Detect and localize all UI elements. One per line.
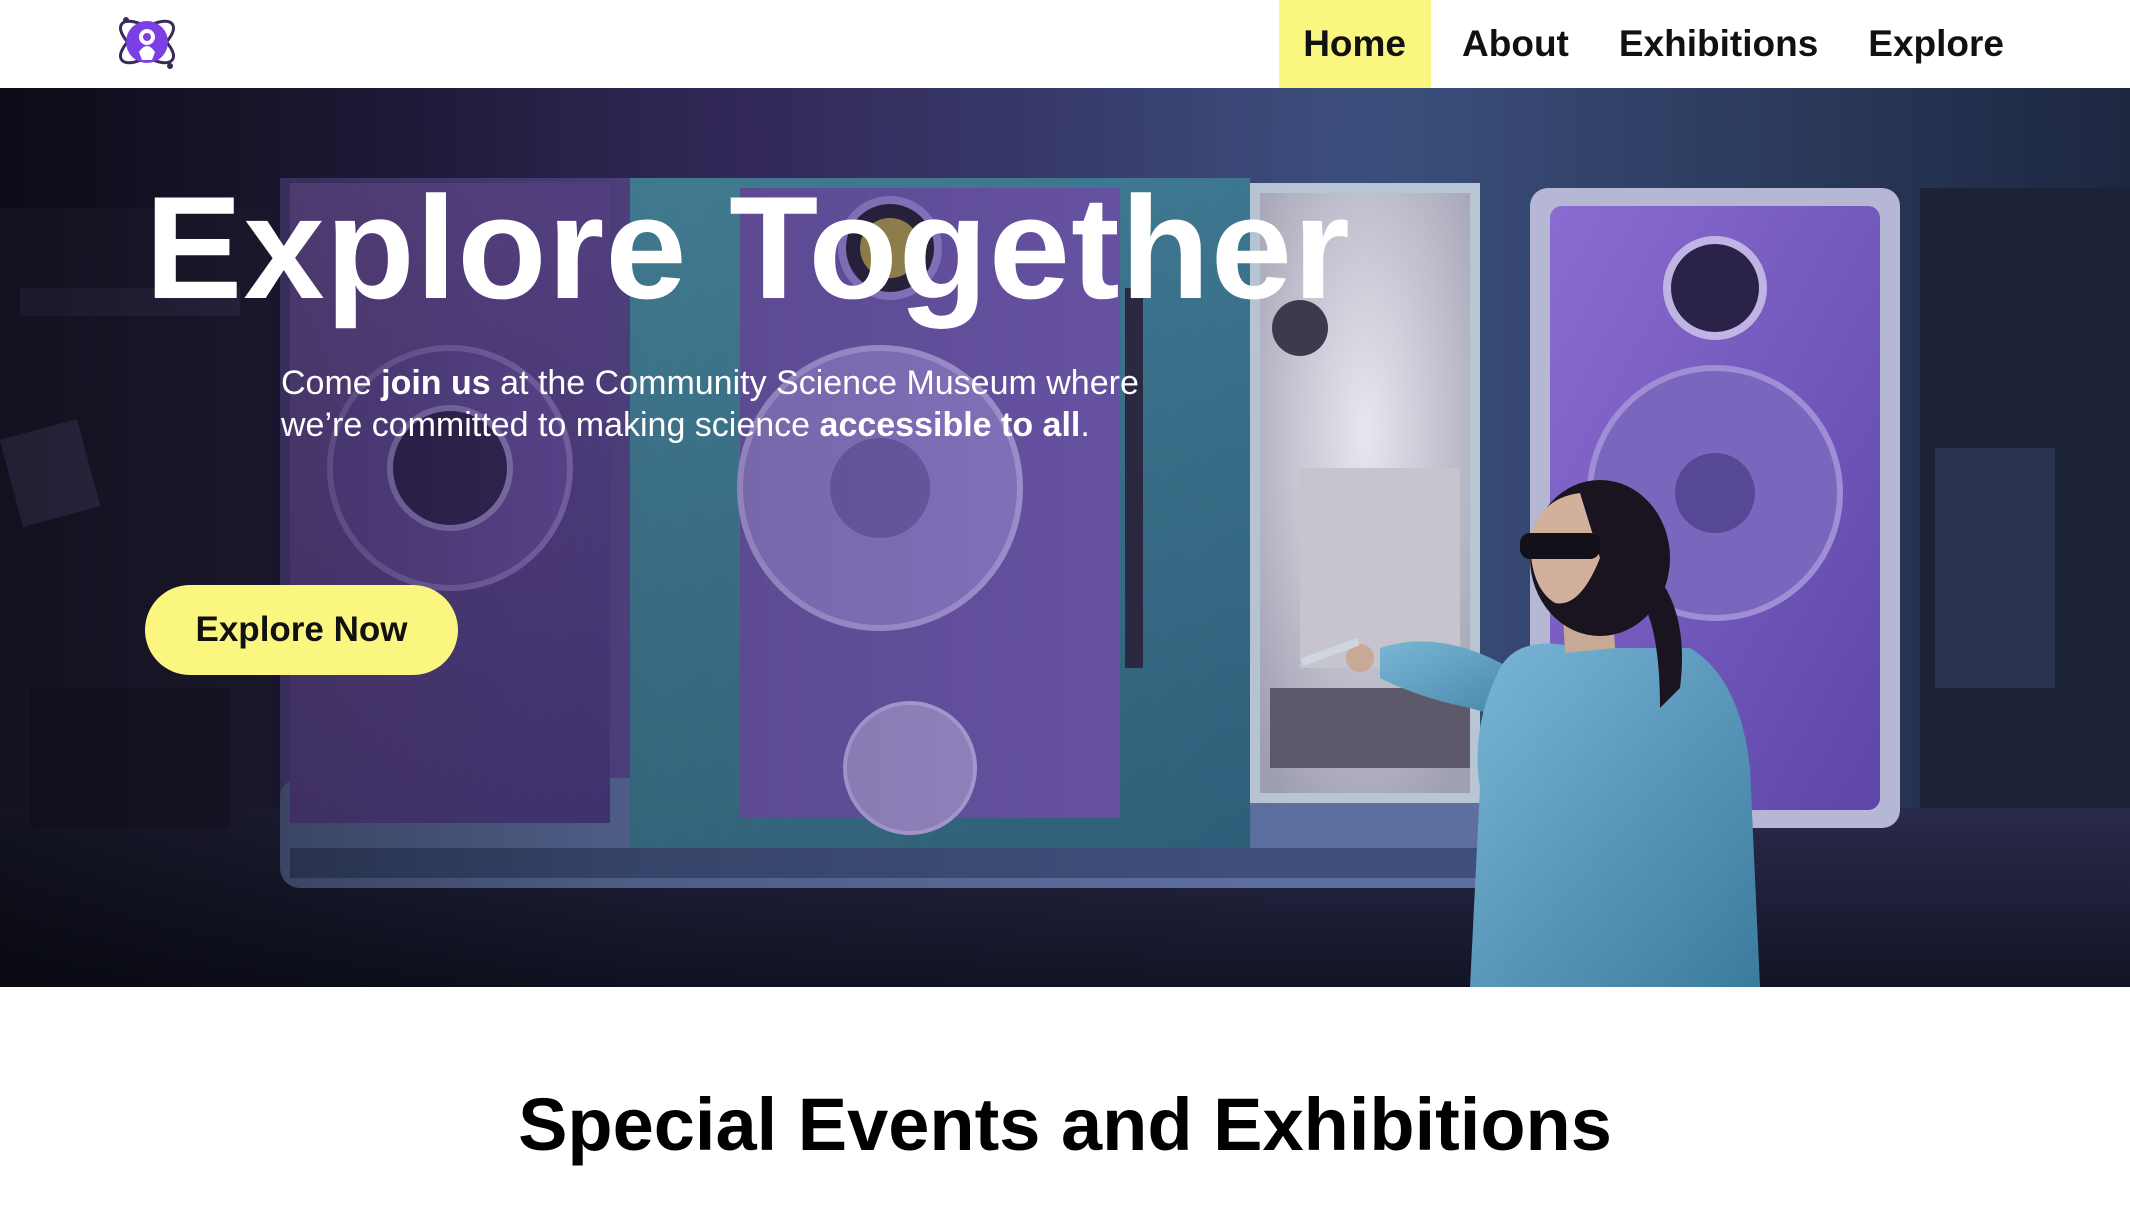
explore-now-button[interactable]: Explore Now: [145, 585, 458, 675]
nav-home-link[interactable]: Home: [1279, 0, 1432, 88]
hero-banner: Explore Together Come join us at the Com…: [0, 88, 2130, 987]
atom-logo-icon[interactable]: [112, 4, 182, 78]
main-nav: Home About Exhibitions Explore: [1279, 0, 2130, 88]
nav-about-link[interactable]: About: [1437, 0, 1594, 88]
hero-title: Explore Together: [145, 166, 1351, 329]
top-navbar: Home About Exhibitions Explore: [0, 0, 2130, 88]
nav-explore-link[interactable]: Explore: [1843, 0, 2130, 88]
hero-description: Come join us at the Community Science Mu…: [281, 364, 1139, 444]
nav-exhibitions-link[interactable]: Exhibitions: [1594, 0, 1843, 88]
section-title-special-events: Special Events and Exhibitions: [518, 1083, 1612, 1166]
